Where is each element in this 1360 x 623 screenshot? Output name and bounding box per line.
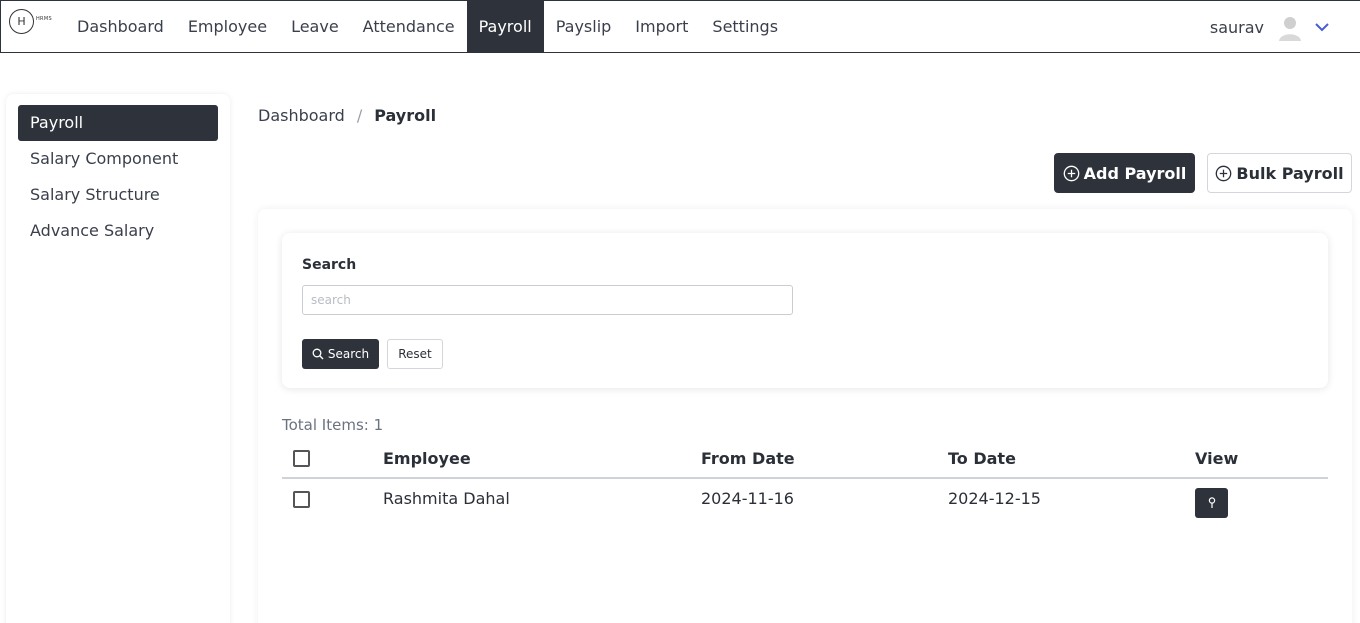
breadcrumb-separator: / — [356, 106, 363, 125]
sidebar-item-salary-component[interactable]: Salary Component — [18, 141, 218, 177]
payroll-sidebar: Payroll Salary Component Salary Structur… — [6, 94, 230, 623]
plus-circle-icon — [1063, 165, 1079, 181]
add-payroll-label: Add Payroll — [1083, 163, 1187, 183]
select-all-checkbox[interactable] — [293, 450, 310, 467]
brand-logo[interactable]: H HRMS — [9, 9, 53, 39]
plus-circle-icon — [1216, 165, 1232, 181]
search-label: Search — [302, 257, 357, 273]
total-items: Total Items: 1 — [282, 416, 384, 434]
cell-from-date: 2024-11-16 — [701, 489, 794, 508]
search-input[interactable] — [302, 285, 793, 315]
reset-button[interactable]: Reset — [387, 339, 443, 369]
user-name: saurav — [1209, 17, 1264, 37]
nav-item-employee[interactable]: Employee — [176, 1, 279, 53]
search-button[interactable]: Search — [302, 339, 379, 369]
nav-item-payslip[interactable]: Payslip — [544, 1, 624, 53]
search-icon — [312, 348, 324, 360]
sidebar-item-advance-salary[interactable]: Advance Salary — [18, 213, 218, 249]
sidebar-item-payroll[interactable]: Payroll — [18, 105, 218, 141]
nav-item-payroll[interactable]: Payroll — [466, 1, 544, 53]
header-view: View — [1195, 449, 1239, 468]
nav-item-leave[interactable]: Leave — [279, 1, 351, 53]
nav-item-attendance[interactable]: Attendance — [351, 1, 467, 53]
nav-item-dashboard[interactable]: Dashboard — [65, 1, 176, 53]
bulk-payroll-button[interactable]: Bulk Payroll — [1207, 153, 1352, 193]
avatar[interactable] — [1276, 13, 1304, 41]
view-button[interactable] — [1195, 488, 1228, 518]
cell-to-date: 2024-12-15 — [948, 489, 1041, 508]
bulk-payroll-label: Bulk Payroll — [1236, 163, 1344, 183]
header-to-date[interactable]: To Date — [948, 449, 1016, 468]
header-from-date[interactable]: From Date — [701, 449, 795, 468]
nav-item-settings[interactable]: Settings — [700, 1, 790, 53]
main-nav: Dashboard Employee Leave Attendance Payr… — [65, 1, 790, 53]
sidebar-item-salary-structure[interactable]: Salary Structure — [18, 177, 218, 213]
chevron-down-icon[interactable] — [1314, 19, 1330, 35]
payroll-list-card: Search Search Reset Total Items: 1 Emplo… — [258, 209, 1352, 623]
breadcrumb: Dashboard / Payroll — [258, 106, 436, 125]
add-payroll-button[interactable]: Add Payroll — [1054, 153, 1195, 193]
row-checkbox[interactable] — [293, 491, 310, 508]
top-navbar: H HRMS Dashboard Employee Leave Attendan… — [0, 0, 1360, 53]
view-icon — [1208, 497, 1215, 508]
logo-letter: H — [9, 9, 34, 34]
nav-item-import[interactable]: Import — [623, 1, 700, 53]
cell-employee: Rashmita Dahal — [383, 489, 510, 508]
breadcrumb-dashboard-link[interactable]: Dashboard — [258, 106, 345, 125]
search-panel: Search Search Reset — [282, 233, 1328, 388]
logo-subtext: HRMS — [36, 16, 52, 22]
header-employee[interactable]: Employee — [383, 449, 471, 468]
table-header: Employee From Date To Date View — [282, 445, 1328, 479]
payroll-table: Employee From Date To Date View Rashmita… — [282, 445, 1328, 523]
breadcrumb-current: Payroll — [374, 106, 437, 125]
user-menu[interactable]: saurav — [1210, 1, 1330, 53]
search-button-label: Search — [327, 347, 370, 361]
table-row: Rashmita Dahal 2024-11-16 2024-12-15 — [282, 479, 1328, 523]
